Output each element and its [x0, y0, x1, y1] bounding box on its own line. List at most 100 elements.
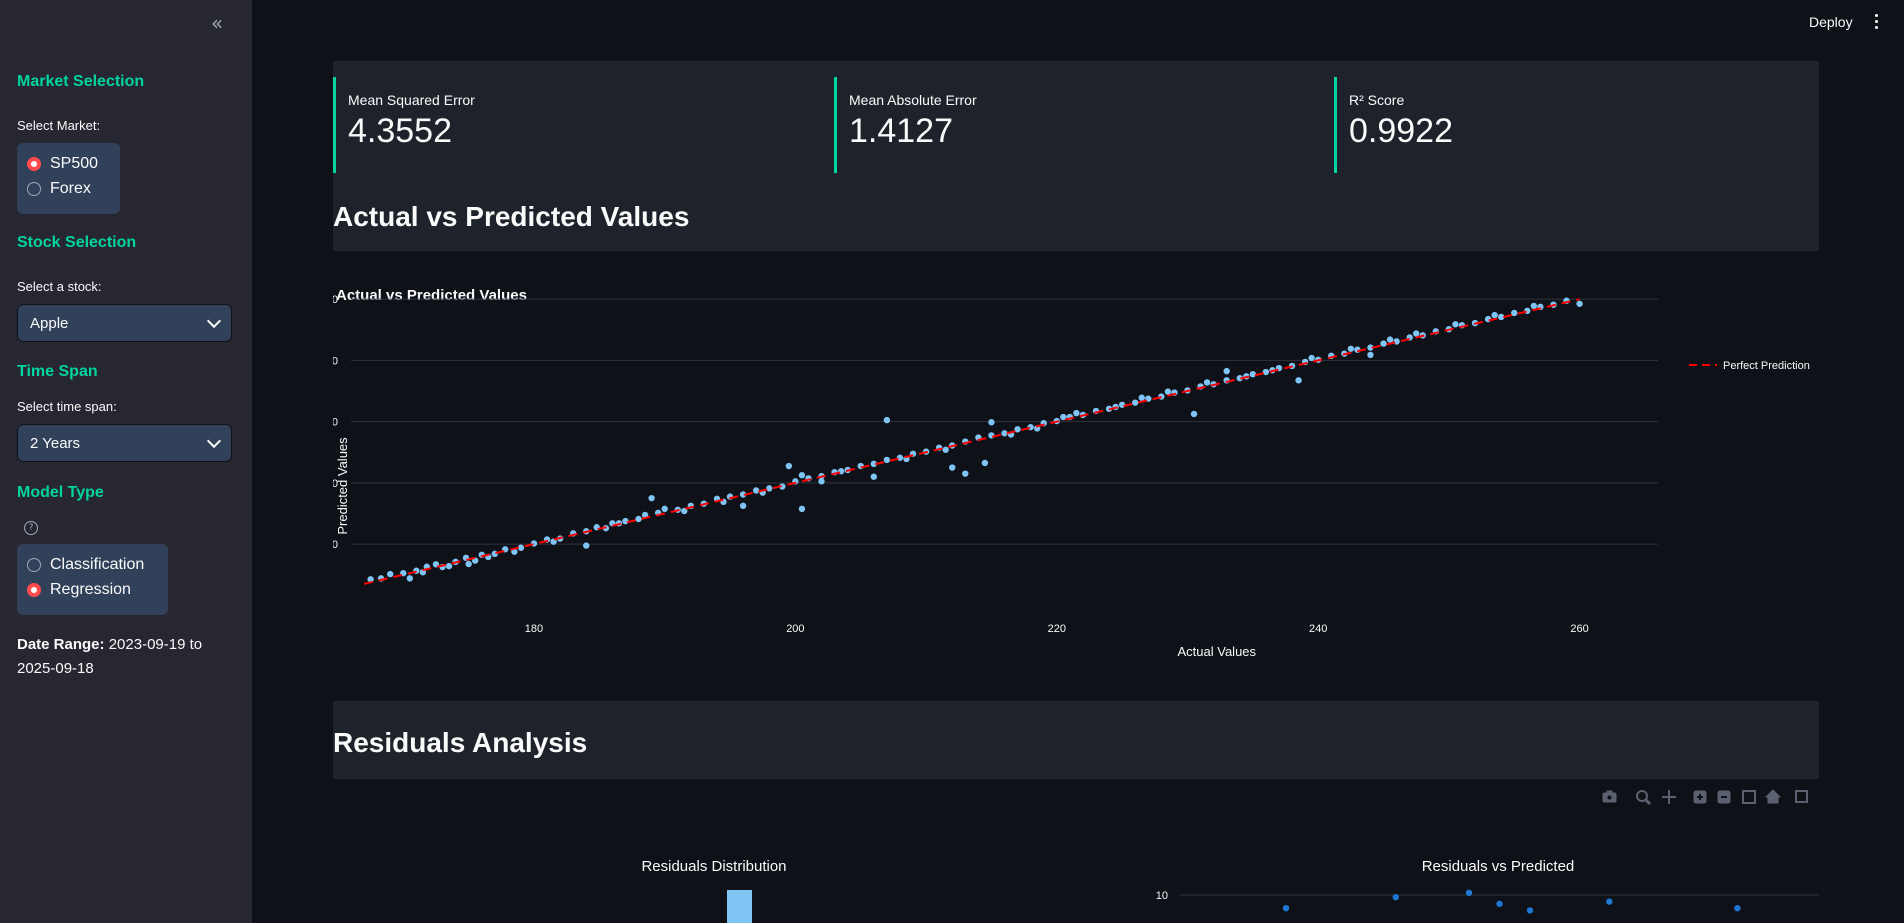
data-point [1132, 399, 1139, 406]
residuals-panel: Residuals Analysis [333, 701, 1819, 779]
data-point [818, 478, 825, 485]
data-point [785, 462, 793, 470]
stock-select-value: Apple [30, 314, 69, 332]
legend-label: Perfect Prediction [1723, 360, 1810, 372]
data-point [870, 473, 877, 480]
metric-value: 0.9922 [1349, 112, 1453, 150]
date-range: Date Range: 2023-09-19 to 2025-09-18 [17, 633, 242, 681]
x-tick-label: 240 [1309, 623, 1327, 635]
metric-r2: R² Score 0.9922 [1334, 77, 1814, 173]
data-point [981, 459, 989, 467]
data-point [1367, 351, 1374, 359]
camera-icon[interactable] [1602, 790, 1617, 803]
actual-vs-predicted-chart[interactable]: Actual vs Predicted Values 180 200 220 240 26… [333, 260, 1819, 680]
data-point [1524, 307, 1531, 315]
chevron-down-icon [206, 313, 222, 329]
data-point [445, 562, 453, 570]
data-point [1392, 894, 1400, 901]
market-radio-group: SP500 Forex [17, 143, 120, 214]
y-tick-label: 220 [333, 417, 338, 429]
metric-value: 1.4127 [849, 112, 953, 150]
section-title-residuals: Residuals Analysis [333, 727, 588, 758]
market-option-forex[interactable]: Forex [27, 176, 110, 201]
chart-title: Residuals vs Predicted [1422, 858, 1575, 875]
deploy-button[interactable]: Deploy [1809, 14, 1853, 30]
x-tick-label: 200 [786, 623, 804, 635]
collapse-sidebar-icon[interactable]: « [206, 12, 228, 34]
data-point [1576, 300, 1583, 307]
data-point [896, 454, 904, 461]
select-stock-label: Select a stock: [17, 279, 102, 294]
data-point [1295, 377, 1302, 384]
stock-selection-heading: Stock Selection [17, 234, 137, 251]
data-point [1347, 345, 1355, 352]
data-point [1465, 889, 1473, 896]
model-option-classification[interactable]: Classification [27, 552, 158, 577]
chart-modebar [1602, 789, 1808, 806]
data-point [798, 505, 806, 513]
metric-label: Mean Squared Error [348, 92, 475, 108]
section-title-actual-vs-predicted: Actual vs Predicted Values [333, 201, 690, 232]
data-point [1027, 423, 1034, 431]
data-point [1073, 409, 1080, 417]
zoom-icon[interactable] [1636, 790, 1652, 806]
perfect-prediction-line [363, 298, 1580, 585]
data-point [635, 515, 642, 523]
pan-icon[interactable] [1662, 790, 1676, 804]
data-point [942, 446, 949, 453]
metric-value: 4.3552 [348, 112, 452, 150]
data-point [1190, 410, 1198, 418]
data-point [1496, 900, 1503, 907]
y-tick-label: 260 [333, 294, 338, 306]
data-point [1526, 907, 1534, 914]
y-tick-label: 240 [333, 355, 338, 367]
stock-select[interactable]: Apple [17, 304, 232, 342]
data-point [1734, 905, 1741, 912]
help-icon[interactable]: ? [24, 521, 38, 535]
time-span-heading: Time Span [17, 363, 98, 380]
data-point [1138, 394, 1145, 401]
data-point [583, 542, 590, 549]
data-point [883, 456, 891, 464]
metric-label: R² Score [1349, 92, 1405, 108]
time-span-select-value: 2 Years [30, 434, 81, 452]
zoom-in-icon[interactable] [1693, 790, 1707, 804]
data-point [1530, 302, 1538, 310]
time-span-select[interactable]: 2 Years [17, 424, 232, 462]
data-point [1282, 905, 1290, 912]
x-tick-label: 220 [1048, 623, 1066, 635]
data-point [530, 540, 538, 547]
metric-mae: Mean Absolute Error 1.4127 [834, 77, 1314, 173]
data-point [387, 570, 394, 578]
chart-title: Residuals Distribution [641, 858, 786, 875]
data-point [988, 419, 995, 426]
data-point [465, 560, 472, 568]
data-point [1308, 354, 1315, 362]
radio-unselected-icon[interactable] [27, 181, 41, 196]
data-point [1262, 368, 1270, 376]
x-tick-label: 180 [525, 623, 543, 635]
main-menu-icon[interactable] [1873, 14, 1879, 30]
model-option-regression[interactable]: Regression [27, 577, 158, 602]
model-radio-group: Classification Regression [17, 544, 168, 615]
market-option-sp500[interactable]: SP500 [27, 151, 110, 176]
autoscale-icon[interactable] [1742, 790, 1756, 804]
data-point [1203, 379, 1211, 386]
data-point [1386, 336, 1394, 343]
data-point [491, 550, 498, 558]
histogram-bar [727, 890, 752, 923]
data-point [949, 464, 956, 471]
radio-selected-icon[interactable] [27, 582, 41, 597]
residuals-distribution-chart[interactable]: Residuals Distribution Residuals vs Predi… [333, 840, 1819, 923]
metric-label: Mean Absolute Error [849, 92, 977, 108]
data-point [648, 494, 655, 502]
chevron-down-icon [206, 433, 222, 449]
date-range-label: Date Range: [17, 636, 105, 653]
x-tick-label: 260 [1570, 623, 1588, 635]
data-point [798, 472, 806, 479]
radio-unselected-icon[interactable] [27, 557, 41, 572]
fullscreen-icon[interactable] [1795, 790, 1808, 803]
zoom-out-icon[interactable] [1717, 790, 1731, 804]
radio-selected-icon[interactable] [27, 156, 41, 171]
reset-axes-icon[interactable] [1764, 789, 1782, 804]
